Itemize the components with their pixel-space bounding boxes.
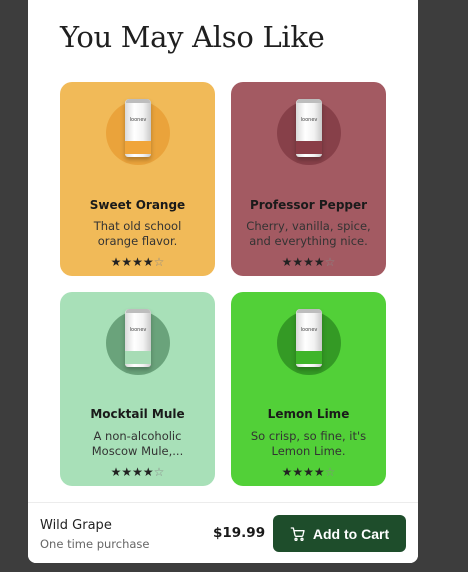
product-description-line-1: So crisp, so fine, it's	[250, 429, 367, 443]
can-brand: loonev	[300, 327, 318, 333]
cart-icon	[290, 526, 305, 541]
can-band	[125, 351, 151, 364]
star-icon: ★	[121, 465, 133, 479]
can-band	[125, 141, 151, 154]
star-icon: ★	[313, 255, 325, 269]
can-brand: loonev	[300, 117, 318, 123]
star-icon: ★	[110, 255, 122, 269]
product-card-mocktail-mule[interactable]: loonev Mocktail Mule A non-alcoholic Mos…	[60, 292, 215, 486]
can-rim	[126, 309, 150, 313]
product-description: That old school orange flavor.	[70, 219, 205, 249]
price: $19.99	[213, 525, 266, 541]
section-title: You May Also Like	[60, 20, 325, 54]
product-description-line-1: A non-alcoholic	[93, 429, 182, 443]
can-brand: loonev	[129, 327, 147, 333]
add-to-cart-label: Add to Cart	[312, 525, 390, 542]
star-icon: ☆	[324, 255, 336, 269]
product-description: Cherry, vanilla, spice, and everything n…	[241, 219, 376, 249]
star-rating: ★★★★☆	[60, 255, 215, 269]
product-name: Professor Pepper	[249, 198, 368, 212]
star-icon: ★	[303, 255, 314, 269]
product-description-line-2: Moscow Mule,...	[91, 444, 184, 458]
can-band	[296, 141, 322, 154]
product-description-line-2: Lemon Lime.	[271, 444, 346, 458]
can-rim	[297, 309, 321, 313]
product-card-sweet-orange[interactable]: loonev Sweet Orange That old school oran…	[60, 82, 215, 276]
can-image: loonev	[296, 309, 322, 367]
can-rim	[297, 99, 321, 103]
add-to-cart-button[interactable]: Add to Cart	[273, 515, 406, 552]
product-description-line-2: and everything nice.	[249, 234, 368, 248]
star-icon: ★	[281, 255, 293, 269]
star-icon: ★	[121, 255, 133, 269]
star-icon: ★	[142, 465, 154, 479]
star-icon: ★	[142, 255, 154, 269]
can-image: loonev	[125, 309, 151, 367]
product-description-line-1: Cherry, vanilla, spice,	[246, 219, 371, 233]
can-band	[296, 351, 322, 364]
product-name: Sweet Orange	[89, 198, 186, 212]
star-icon: ★	[292, 255, 304, 269]
star-icon: ★	[132, 255, 143, 269]
star-icon: ☆	[324, 465, 336, 479]
star-icon: ☆	[153, 465, 165, 479]
star-rating: ★★★★☆	[231, 465, 386, 479]
footer-product-name: Wild Grape	[40, 518, 112, 533]
purchase-footer: Wild Grape One time purchase $19.99 Add …	[28, 502, 418, 563]
product-description-line-1: That old school	[93, 219, 182, 233]
product-description: So crisp, so fine, it's Lemon Lime.	[241, 429, 376, 459]
can-image: loonev	[125, 99, 151, 157]
star-icon: ☆	[153, 255, 165, 269]
purchase-type: One time purchase	[40, 537, 150, 551]
product-name: Lemon Lime	[267, 407, 350, 421]
star-icon: ★	[110, 465, 122, 479]
product-description-line-2: orange flavor.	[97, 234, 178, 248]
recommendations-panel: You May Also Like loonev Sweet Orange Th…	[28, 0, 418, 563]
can-rim	[126, 99, 150, 103]
product-card-professor-pepper[interactable]: loonev Professor Pepper Cherry, vanilla,…	[231, 82, 386, 276]
star-icon: ★	[292, 465, 304, 479]
star-icon: ★	[303, 465, 314, 479]
star-icon: ★	[132, 465, 143, 479]
product-description: A non-alcoholic Moscow Mule,...	[70, 429, 205, 459]
product-name: Mocktail Mule	[90, 407, 185, 421]
star-rating: ★★★★☆	[231, 255, 386, 269]
can-brand: loonev	[129, 117, 147, 123]
star-icon: ★	[281, 465, 293, 479]
can-image: loonev	[296, 99, 322, 157]
product-card-lemon-lime[interactable]: loonev Lemon Lime So crisp, so fine, it'…	[231, 292, 386, 486]
star-icon: ★	[313, 465, 325, 479]
star-rating: ★★★★☆	[60, 465, 215, 479]
